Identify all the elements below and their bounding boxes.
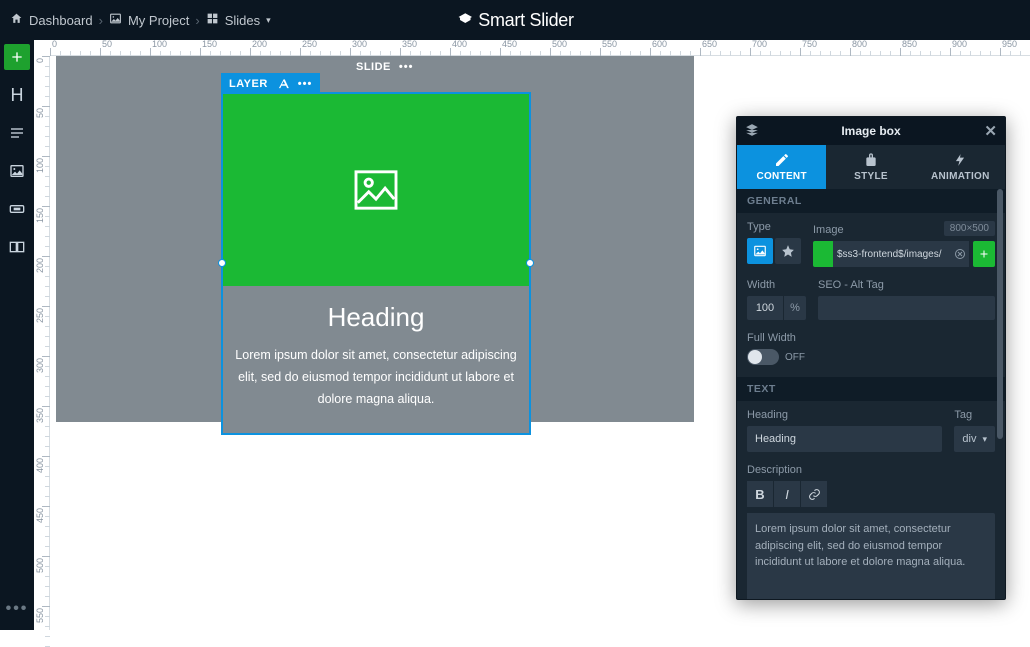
slide[interactable]: SLIDE ••• LAYER ••• Heading Lorem ipsum … (56, 56, 694, 422)
width-input[interactable]: 100 (747, 296, 783, 320)
heading-field-label: Heading (747, 409, 942, 421)
breadcrumb: Dashboard › My Project › Slides ▾ (0, 12, 271, 28)
breadcrumb-slides-label: Slides (225, 13, 260, 28)
image-thumb[interactable] (813, 241, 833, 267)
panel-body: GENERAL Type (737, 189, 1005, 599)
top-bar: Dashboard › My Project › Slides ▾ Smart … (0, 0, 1030, 40)
image-icon (109, 12, 122, 28)
layer-label[interactable]: LAYER ••• (221, 73, 320, 94)
slide-tab-label: SLIDE (356, 61, 391, 73)
width-label: Width (747, 279, 806, 291)
layer-image-area (223, 94, 529, 286)
section-text-title: TEXT (737, 377, 1005, 401)
tab-style-label: STYLE (854, 171, 888, 182)
breadcrumb-sep: › (195, 13, 199, 28)
left-toolbar: H ••• (0, 40, 34, 630)
section-general-title: GENERAL (737, 189, 1005, 213)
more-button[interactable]: ••• (6, 600, 29, 618)
slide-options-icon[interactable]: ••• (399, 61, 414, 73)
resize-handle-left[interactable] (218, 259, 226, 267)
breadcrumb-project[interactable]: My Project (109, 12, 189, 28)
layers-icon[interactable] (745, 123, 759, 140)
heading-tool[interactable]: H (4, 82, 30, 108)
tab-style[interactable]: STYLE (826, 145, 915, 189)
panel-tabs: CONTENT STYLE ANIMATION (737, 145, 1005, 189)
layer-text-area: Heading Lorem ipsum dolor sit amet, cons… (223, 286, 529, 433)
text-tool[interactable] (4, 120, 30, 146)
image-tool[interactable] (4, 158, 30, 184)
tag-label: Tag (954, 409, 995, 421)
image-path-input[interactable]: $ss3-frontend$/images/ (833, 241, 951, 267)
home-icon (10, 12, 23, 28)
fullwidth-label: Full Width (747, 332, 995, 344)
bold-button[interactable]: B (747, 481, 773, 507)
tab-content-label: CONTENT (756, 171, 806, 182)
seo-input[interactable] (818, 296, 995, 320)
row-tool[interactable] (4, 234, 30, 260)
seo-label: SEO - Alt Tag (818, 279, 995, 291)
tab-animation-label: ANIMATION (931, 171, 990, 182)
resize-handle-right[interactable] (526, 259, 534, 267)
panel-title: Image box (841, 124, 900, 138)
fullwidth-toggle[interactable] (747, 349, 779, 365)
breadcrumb-project-label: My Project (128, 13, 189, 28)
image-add-button[interactable] (973, 241, 995, 267)
type-icon-button[interactable] (775, 238, 801, 264)
panel-scrollbar[interactable] (997, 189, 1003, 593)
add-layer-button[interactable] (4, 44, 30, 70)
close-icon[interactable]: ✕ (984, 122, 997, 140)
width-unit[interactable]: % (784, 296, 806, 320)
breadcrumb-sep: › (99, 13, 103, 28)
tag-select[interactable]: div ▾ (954, 426, 995, 452)
layer-options-icon[interactable]: ••• (298, 78, 313, 90)
image-label: Image (813, 224, 844, 236)
layer-heading: Heading (233, 302, 519, 333)
layer-description: Lorem ipsum dolor sit amet, consectetur … (233, 345, 519, 411)
image-box-layer[interactable]: LAYER ••• Heading Lorem ipsum dolor sit … (221, 92, 531, 435)
image-clear-button[interactable] (951, 241, 969, 267)
tab-animation[interactable]: ANIMATION (916, 145, 1005, 189)
tab-content[interactable]: CONTENT (737, 145, 826, 189)
fullwidth-state: OFF (785, 352, 805, 363)
button-tool[interactable] (4, 196, 30, 222)
heading-input[interactable] (747, 426, 942, 452)
type-image-button[interactable] (747, 238, 773, 264)
chevron-down-icon: ▾ (266, 15, 271, 26)
breadcrumb-dashboard-label: Dashboard (29, 13, 93, 28)
link-button[interactable] (801, 481, 827, 507)
breadcrumb-dashboard[interactable]: Dashboard (10, 12, 93, 28)
logo: Smart Slider (456, 9, 573, 31)
properties-panel: Image box ✕ CONTENT STYLE ANIMATION GENE… (736, 116, 1006, 600)
logo-text: Smart Slider (478, 10, 573, 31)
chevron-down-icon: ▾ (982, 434, 987, 445)
slide-tab[interactable]: SLIDE ••• (346, 56, 423, 78)
panel-header[interactable]: Image box ✕ (737, 117, 1005, 145)
text-type-icon (276, 77, 290, 91)
layer-label-text: LAYER (229, 78, 268, 90)
type-label: Type (747, 221, 801, 233)
italic-button[interactable]: I (774, 481, 800, 507)
ruler-vertical: 050100150200250300350400450500550 (34, 56, 50, 630)
description-label: Description (747, 464, 995, 476)
grid-icon (206, 12, 219, 28)
description-textarea[interactable] (747, 513, 995, 599)
rte-toolbar: B I (747, 481, 995, 507)
ruler-horizontal: 0501001502002503003504004505005506006507… (50, 40, 1030, 56)
image-dimensions: 800×500 (944, 221, 995, 236)
breadcrumb-slides[interactable]: Slides ▾ (206, 12, 271, 28)
workspace: H ••• 0501001502002503003504004505005506… (0, 40, 1030, 630)
tag-value: div (962, 433, 976, 445)
